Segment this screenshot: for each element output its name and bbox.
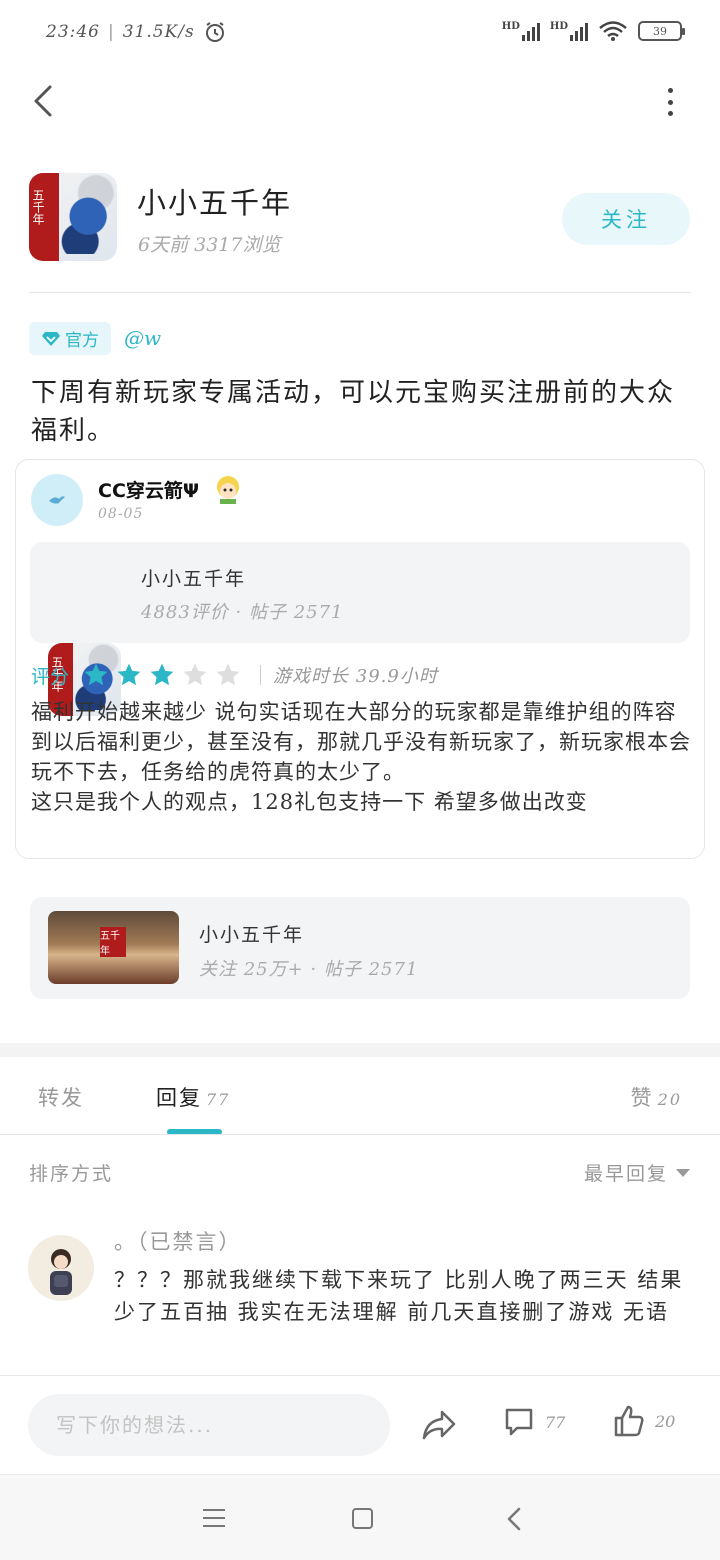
chevron-left-icon: [34, 85, 52, 117]
diamond-icon: [42, 331, 60, 346]
tab-like[interactable]: 赞 20: [631, 1082, 682, 1112]
community-thumbnail: 五千年: [48, 911, 179, 984]
battery-icon: 39: [638, 21, 685, 41]
sort-label: 排序方式: [29, 1163, 114, 1185]
bottom-bar-divider: [0, 1375, 720, 1376]
game-card[interactable]: [30, 542, 690, 643]
signal-1-icon: HD: [502, 21, 540, 41]
tab-reply-count: 77: [206, 1090, 231, 1109]
game-title: 小小五千年: [141, 568, 247, 590]
star-icon: [117, 663, 141, 686]
battery-level: 39: [653, 24, 667, 38]
tabs-divider: [0, 1134, 720, 1135]
review-date: 08-05: [98, 506, 144, 522]
thumbs-up-icon: [614, 1405, 644, 1437]
reply-count: 77: [545, 1412, 566, 1432]
star-icon: [183, 663, 207, 686]
playtime: 游戏时长 39.9小时: [273, 666, 438, 687]
post-meta: 6天前 3317浏览: [138, 234, 281, 256]
follow-button[interactable]: 关注: [562, 193, 690, 245]
game-stats: 4883评价 · 帖子 2571: [141, 602, 344, 623]
more-vertical-icon: [667, 88, 673, 93]
reviewer-name[interactable]: CC穿云箭Ψ: [98, 476, 199, 503]
sort-dropdown[interactable]: 最早回复: [584, 1159, 690, 1186]
comment-icon: [505, 1408, 533, 1436]
caret-down-icon: [676, 1168, 690, 1177]
tab-forward-label: 转发: [38, 1086, 84, 1110]
wifi-icon: [599, 21, 627, 41]
sort-value: 最早回复: [583, 1163, 668, 1185]
more-options-button[interactable]: [660, 88, 680, 116]
nav-menu-button[interactable]: [203, 1509, 225, 1527]
rating-row: 评分 游戏时长 39.9小时: [31, 660, 438, 690]
status-net-speed: 31.5K/s: [122, 22, 195, 42]
commenter-avatar[interactable]: [28, 1235, 94, 1301]
person-avatar-icon: [50, 1249, 72, 1295]
star-icon: [84, 663, 108, 686]
reply-button[interactable]: 77: [503, 1406, 565, 1438]
community-stats: 关注 25万+ · 帖子 2571: [199, 959, 419, 980]
tab-reply-label: 回复: [156, 1086, 202, 1110]
signal-1-label: HD: [501, 21, 520, 32]
rating-label: 评分: [31, 665, 70, 688]
star-icon: [150, 663, 174, 686]
like-count: 20: [655, 1411, 676, 1431]
share-button[interactable]: [420, 1407, 458, 1443]
status-time: 23:46: [46, 22, 100, 42]
rating-stars: [83, 662, 248, 688]
menu-icon: [203, 1509, 225, 1511]
mention-link[interactable]: @w: [124, 322, 161, 355]
comment-body: ？？？那就我继续下载下来玩了 比别人晚了两三天 结果少了五百抽 我实在无法理解 …: [114, 1268, 684, 1324]
status-bar-left: 23:46 | 31.5K/s: [46, 20, 227, 44]
avatar-badge-icon: [217, 476, 239, 504]
share-icon: [422, 1410, 456, 1440]
status-divider: |: [108, 22, 115, 42]
bird-icon: [49, 496, 65, 504]
commenter-name[interactable]: 。（已禁言）: [114, 1226, 242, 1256]
star-icon: [216, 663, 240, 686]
nav-home-button[interactable]: [352, 1508, 373, 1529]
divider: [29, 292, 691, 293]
alarm-icon: [205, 22, 224, 42]
section-divider: [0, 1043, 720, 1057]
community-title: 小小五千年: [199, 924, 305, 946]
tab-like-count: 20: [657, 1090, 682, 1109]
tab-like-label: 赞: [630, 1086, 654, 1110]
back-button[interactable]: [26, 82, 60, 120]
nav-back-button[interactable]: [505, 1507, 525, 1531]
official-badge: 官方: [29, 322, 111, 355]
reviewer-avatar[interactable]: [31, 474, 83, 526]
comment-input[interactable]: [28, 1394, 390, 1456]
review-body: 福利开始越来越少 说句实话现在大部分的玩家都是靠维护组的阵容 到以后福利更少，甚…: [31, 700, 691, 814]
author-name[interactable]: 小小五千年: [137, 180, 292, 222]
tab-forward[interactable]: 转发: [38, 1082, 84, 1112]
signal-2-icon: HD: [550, 21, 588, 41]
author-avatar[interactable]: 五千年: [29, 173, 117, 261]
status-bar-right: HD HD 39: [502, 20, 685, 42]
like-button[interactable]: 20: [613, 1404, 675, 1438]
nav-back-icon: [507, 1507, 521, 1531]
rating-separator: [260, 665, 262, 685]
tab-reply[interactable]: 回复 77: [156, 1082, 230, 1112]
signal-2-label: HD: [549, 21, 568, 32]
official-label: 官方: [65, 331, 99, 351]
post-body: 下周有新玩家专属活动，可以元宝购买注册前的大众福利。: [31, 378, 676, 446]
